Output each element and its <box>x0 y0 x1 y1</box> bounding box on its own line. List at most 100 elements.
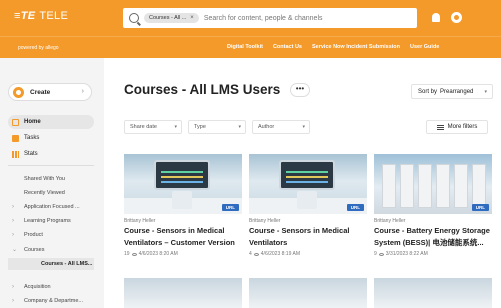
sidebar-item-label: Shared With You <box>24 176 65 182</box>
notification-bell-icon[interactable] <box>432 13 440 22</box>
sidebar-item-label: Tasks <box>24 135 40 141</box>
filter-share-date[interactable]: Share date ▾ <box>124 120 182 134</box>
home-icon <box>12 118 19 126</box>
sidebar-item-label: Application Focused ... <box>24 204 80 210</box>
card-views: 9 <box>374 251 377 257</box>
card-title-line1: Course - Sensors in Medical <box>249 226 350 235</box>
url-badge: URL <box>346 204 364 211</box>
sort-prefix: Sort by <box>418 88 438 95</box>
main-content: Courses - All LMS Users ••• Sort by Prea… <box>104 58 501 308</box>
sub-nav-bar: powered by allego Digital Toolkit Contac… <box>0 36 501 58</box>
sidebar-item-label: Home <box>24 119 41 125</box>
card-thumbnail: URL <box>249 154 367 214</box>
chevron-right-icon: › <box>12 284 14 290</box>
powered-by-label: powered by allego <box>18 45 59 51</box>
search-input[interactable]: Search for content, people & channels <box>204 15 323 22</box>
filter-icon <box>436 124 444 130</box>
page-title: Courses - All LMS Users <box>124 82 281 97</box>
views-icon <box>131 252 137 256</box>
sidebar-item-label: Recently Viewed <box>24 190 65 196</box>
chevron-down-icon: ▾ <box>484 88 487 95</box>
search-icon <box>129 13 139 23</box>
content-card-thumbnail-partial[interactable] <box>374 278 492 308</box>
filter-label: Share date <box>130 124 157 130</box>
card-meta: 9 3/31/2023 8:22 AM <box>374 251 492 257</box>
sidebar-item-tasks[interactable]: Tasks <box>8 131 94 145</box>
close-icon[interactable]: × <box>190 15 194 21</box>
app-logo[interactable]: ≡TE TELE <box>14 10 68 22</box>
card-author: Brittany Heller <box>374 218 406 224</box>
more-filters-button[interactable]: More filters <box>426 120 488 134</box>
filter-label: Author <box>258 124 275 130</box>
sidebar-item-home[interactable]: Home <box>8 115 94 129</box>
sidebar-item-label: Learning Programs <box>24 218 71 224</box>
card-date: 3/31/2023 8:22 AM <box>385 251 428 257</box>
more-filters-label: More filters <box>447 124 478 130</box>
top-links: Digital Toolkit Contact Us Service Now I… <box>227 44 439 50</box>
card-date: 4/6/2023 8:20 AM <box>138 251 178 257</box>
sidebar-item-recent[interactable]: Recently Viewed <box>12 190 65 196</box>
top-bar: ≡TE TELE Courses - All ... × Search for … <box>0 0 501 36</box>
card-thumbnail: URL <box>374 154 492 214</box>
search-chip-label: Courses - All ... <box>149 15 187 21</box>
views-icon <box>378 252 384 256</box>
sidebar-item-stats[interactable]: Stats <box>8 147 94 161</box>
sidebar-item-shared[interactable]: Shared With You <box>12 176 65 182</box>
filter-type[interactable]: Type ▾ <box>188 120 246 134</box>
link-user-guide[interactable]: User Guide <box>410 44 439 50</box>
card-thumbnail: URL <box>124 154 242 214</box>
link-incident-submission[interactable]: Service Now Incident Submission <box>312 44 400 50</box>
card-title-line2: System (BESS)| 电池储能系统... <box>374 238 484 247</box>
logo-text: TELE <box>39 10 69 22</box>
chevron-down-icon: ▾ <box>238 124 241 130</box>
stats-icon <box>12 150 19 158</box>
content-card-thumbnail-partial[interactable] <box>124 278 242 308</box>
filter-label: Type <box>194 124 206 130</box>
chevron-down-icon: ⌄ <box>12 247 18 253</box>
sidebar-item-courses-all[interactable]: Courses - All LMS... <box>8 258 94 270</box>
sidebar-item-label: Stats <box>24 151 38 157</box>
sort-dropdown[interactable]: Sort by Prearranged ▾ <box>411 84 493 99</box>
content-card[interactable]: URL Brittany Heller Course - Battery Ene… <box>374 154 492 257</box>
chevron-right-icon: › <box>12 232 14 238</box>
sidebar-item-label: Courses <box>24 246 45 253</box>
content-card-thumbnail-partial[interactable] <box>249 278 367 308</box>
sidebar-divider <box>8 165 94 166</box>
sidebar-item-label: Acquisition <box>24 284 51 290</box>
sidebar-item-acquisition[interactable]: › Acquisition <box>12 284 51 290</box>
sidebar-item-learning[interactable]: › Learning Programs <box>12 218 71 224</box>
link-digital-toolkit[interactable]: Digital Toolkit <box>227 44 263 50</box>
sidebar-item-label: Courses - All LMS... <box>41 261 93 267</box>
content-card[interactable]: URL Brittany Heller Course - Sensors in … <box>124 154 242 257</box>
card-views: 4 <box>249 251 252 257</box>
link-contact-us[interactable]: Contact Us <box>273 44 302 50</box>
user-avatar-icon[interactable] <box>451 12 462 23</box>
card-author: Brittany Heller <box>249 218 281 224</box>
sidebar-item-company[interactable]: › Company & Departme... <box>12 298 83 304</box>
content-card[interactable]: URL Brittany Heller Course - Sensors in … <box>249 154 367 257</box>
views-icon <box>253 252 259 256</box>
card-title-line2: Ventilators – Customer Version <box>124 238 235 247</box>
logo-mark: ≡TE <box>14 10 36 22</box>
more-options-button[interactable]: ••• <box>290 83 310 97</box>
sidebar-item-label: Product <box>24 232 43 238</box>
card-title-line1: Course - Battery Energy Storage <box>374 226 490 235</box>
filter-author[interactable]: Author ▾ <box>252 120 310 134</box>
sidebar-item-application[interactable]: › Application Focused ... <box>12 204 80 210</box>
card-date: 4/6/2023 8:19 AM <box>260 251 300 257</box>
sidebar-item-courses[interactable]: ⌄ Courses <box>12 246 45 254</box>
card-author: Brittany Heller <box>124 218 156 224</box>
card-meta: 4 4/6/2023 8:19 AM <box>249 251 367 257</box>
create-button[interactable]: Create › <box>8 83 92 101</box>
chevron-right-icon: › <box>12 298 14 304</box>
url-badge: URL <box>471 204 489 211</box>
create-icon <box>13 86 24 98</box>
sidebar-item-product[interactable]: › Product <box>12 232 43 238</box>
search-bar[interactable]: Courses - All ... × Search for content, … <box>123 8 417 28</box>
url-badge: URL <box>221 204 239 211</box>
create-label: Create <box>30 88 51 96</box>
card-views: 19 <box>124 251 130 257</box>
chevron-down-icon: ▾ <box>174 124 177 130</box>
chevron-right-icon: › <box>81 88 84 95</box>
search-filter-chip[interactable]: Courses - All ... × <box>144 13 199 23</box>
